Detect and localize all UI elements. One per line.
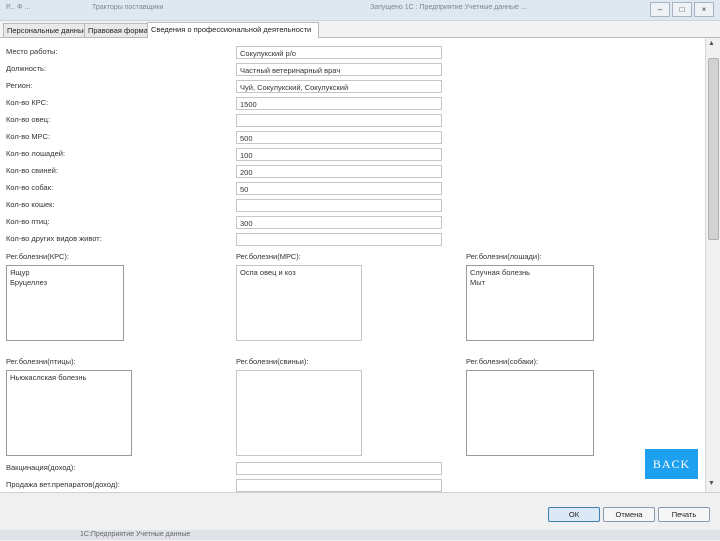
horses-diseases-textarea[interactable]: Случная болезнь Мыт xyxy=(466,265,594,341)
cattle-count-field[interactable]: 1500 xyxy=(236,97,442,110)
minimize-icon[interactable]: – xyxy=(650,2,670,17)
field-label: Кол-во свиней: xyxy=(6,166,58,175)
background-window-status: Запущено 1С : Предприятие Учетные данные… xyxy=(370,4,527,11)
field-label: Кол-во собак: xyxy=(6,183,54,192)
field-label: Кол-во лошадей: xyxy=(6,149,66,158)
field-label: Место работы: xyxy=(6,47,58,56)
krs-diseases-label: Рег.болезни(КРС): xyxy=(6,252,69,261)
window-controls: – □ × xyxy=(650,2,714,17)
field-label: Кол-во КРС: xyxy=(6,98,49,107)
taskbar-text: 1С:Предприятие Учетные данные xyxy=(80,531,191,538)
scroll-up-icon[interactable]: ▲ xyxy=(708,40,715,47)
horses-diseases-label: Рег.болезни(лошади): xyxy=(466,252,542,261)
pigs-diseases-textarea[interactable] xyxy=(236,370,362,456)
cancel-button[interactable]: Отмена xyxy=(603,507,655,522)
tab-professional-activity[interactable]: Сведения о профессиональной деятельности xyxy=(147,22,319,38)
birds-diseases-label: Рег.болезни(птицы): xyxy=(6,357,76,366)
other-animals-count-field[interactable] xyxy=(236,233,442,246)
title-bar: Р... Ф ... Тракторы поставщики Запущено … xyxy=(0,0,720,21)
vaccination-income-label: Вакцинация(доход): xyxy=(6,463,76,472)
krs-diseases-textarea[interactable]: Ящур Бруцеллез xyxy=(6,265,124,341)
form-content: Место работы: Сокулукский р/о Должность:… xyxy=(0,38,705,492)
dogs-diseases-label: Рег.болезни(собаки): xyxy=(466,357,539,366)
print-button[interactable]: Печать xyxy=(658,507,710,522)
region-field[interactable]: Чуй, Сокулукский, Сокулукский xyxy=(236,80,442,93)
vaccination-income-field[interactable] xyxy=(236,462,442,475)
field-label: Кол-во кошек: xyxy=(6,200,55,209)
vertical-scrollbar[interactable]: ▲ ▼ xyxy=(705,38,720,492)
window-title: Р... Ф ... xyxy=(6,4,31,11)
close-icon[interactable]: × xyxy=(694,2,714,17)
maximize-icon[interactable]: □ xyxy=(672,2,692,17)
drug-sales-income-label: Продажа вет.препаратов(доход): xyxy=(6,480,120,489)
field-label: Должность: xyxy=(6,64,47,73)
field-label: Кол-во других видов живот: xyxy=(6,234,102,243)
field-label: Регион: xyxy=(6,81,33,90)
birds-count-field[interactable]: 300 xyxy=(236,216,442,229)
field-label: Кол-во овец: xyxy=(6,115,51,124)
background-window-title: Тракторы поставщики xyxy=(92,4,164,11)
field-label: Кол-во птиц: xyxy=(6,217,50,226)
birds-diseases-textarea[interactable]: Ньюкаслская болезнь xyxy=(6,370,132,456)
horses-count-field[interactable]: 100 xyxy=(236,148,442,161)
taskbar: 1С:Предприятие Учетные данные xyxy=(0,530,720,540)
field-label: Кол-во МРС: xyxy=(6,132,51,141)
mrs-diseases-label: Рег.болезни(МРС): xyxy=(236,252,301,261)
dogs-diseases-textarea[interactable] xyxy=(466,370,594,456)
mrs-diseases-textarea[interactable]: Оспа овец и коз xyxy=(236,265,362,341)
pigs-diseases-label: Рег.болезни(свиньи): xyxy=(236,357,309,366)
scrollbar-thumb[interactable] xyxy=(708,58,719,240)
small-livestock-count-field[interactable]: 500 xyxy=(236,131,442,144)
ok-button[interactable]: ОК xyxy=(548,507,600,522)
dogs-count-field[interactable]: 50 xyxy=(236,182,442,195)
sheep-count-field[interactable] xyxy=(236,114,442,127)
pigs-count-field[interactable]: 200 xyxy=(236,165,442,178)
scroll-down-icon[interactable]: ▼ xyxy=(708,480,715,487)
drug-sales-income-field[interactable] xyxy=(236,479,442,492)
tab-legal-form[interactable]: Правовая форма xyxy=(84,23,152,37)
position-field[interactable]: Частный ветеринарный врач xyxy=(236,63,442,76)
tab-personal-data[interactable]: Персональные данные xyxy=(3,23,89,37)
back-button[interactable]: BACK xyxy=(645,449,698,479)
tab-strip: Персональные данные Правовая форма Сведе… xyxy=(0,21,720,38)
workplace-field[interactable]: Сокулукский р/о xyxy=(236,46,442,59)
cats-count-field[interactable] xyxy=(236,199,442,212)
